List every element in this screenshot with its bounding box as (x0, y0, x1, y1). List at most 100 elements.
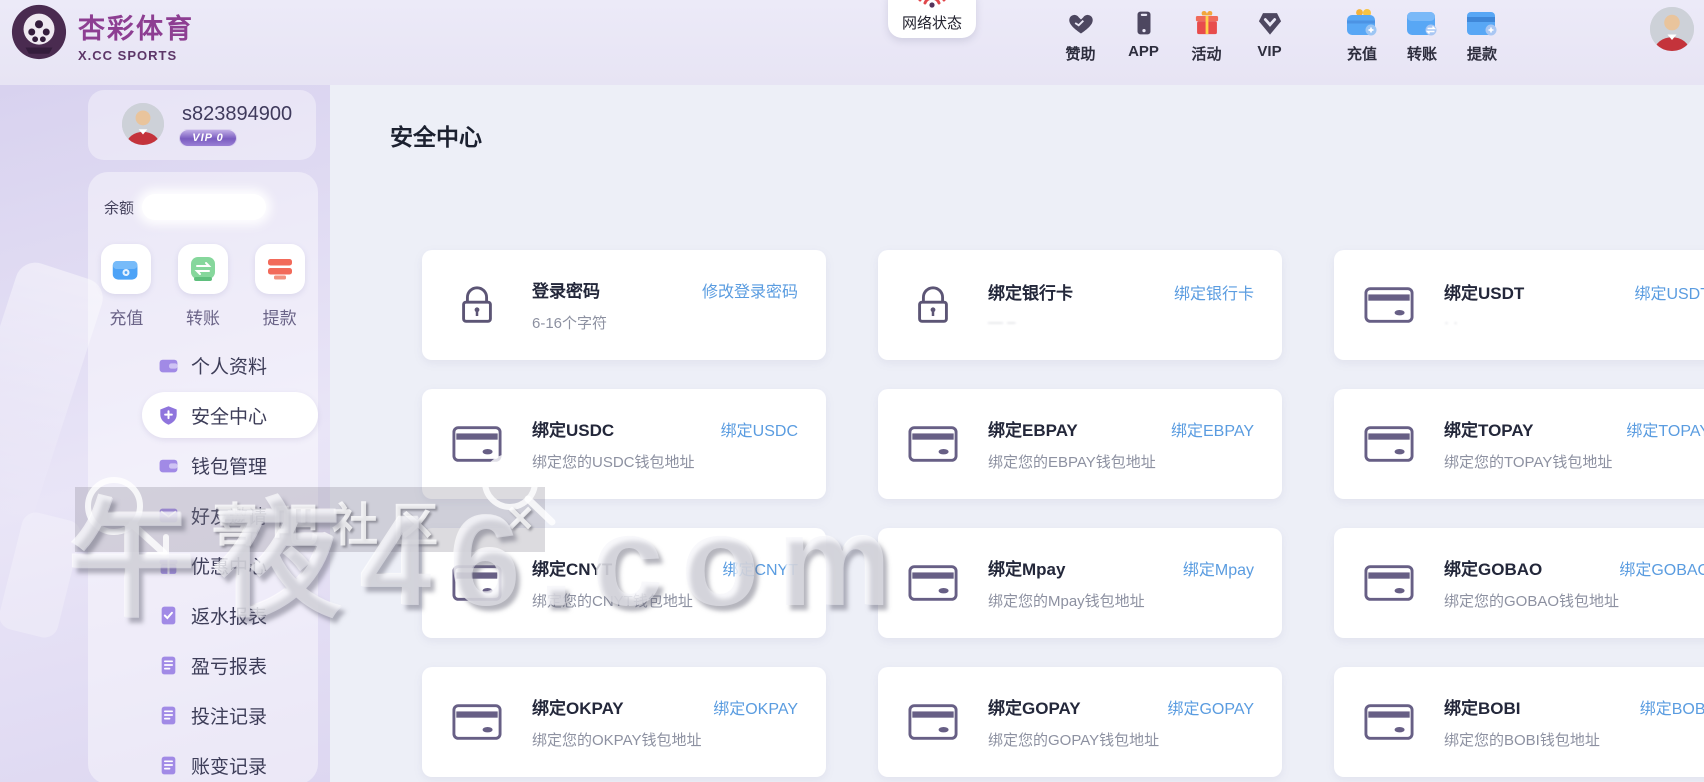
header-icon-promo[interactable]: 活动 (1175, 6, 1238, 64)
bankcard-icon (908, 702, 958, 742)
side-action-withdraw[interactable]: 提款 (255, 244, 305, 329)
document-icon (158, 705, 179, 726)
card-title: 绑定Mpay (988, 555, 1065, 580)
header-icon-sponsor[interactable]: 赞助 (1049, 6, 1112, 64)
card-title: 绑定GOPAY (988, 694, 1081, 719)
brand-logo[interactable]: 杏彩体育 X.CC SPORTS (10, 3, 194, 66)
gift-icon (1193, 8, 1221, 38)
header-avatar[interactable] (1650, 7, 1694, 51)
card-action-link[interactable]: 绑定TOPAY (1626, 417, 1704, 441)
card-action-link[interactable]: 绑定Mpay (1183, 556, 1254, 580)
card-action-link[interactable]: 绑定银行卡 (1174, 280, 1254, 304)
balance-redacted-blob (142, 194, 266, 220)
card-subtitle: 绑定您的OKPAY钱包地址 (532, 729, 798, 750)
sidebar-item-promo-center[interactable]: 优惠中心 (88, 540, 318, 590)
sidebar-item-invite-friends[interactable]: 好友邀请 (88, 490, 318, 540)
sidebar-item-label: 投注记录 (191, 702, 267, 729)
card-subtitle: 绑定您的BOBI钱包地址 (1444, 729, 1704, 750)
bankcard-icon (452, 563, 502, 603)
network-signal-icon (912, 0, 952, 8)
side-action-recharge[interactable]: 充值 (101, 244, 151, 329)
sidebar-item-bet-records[interactable]: 投注记录 (88, 690, 318, 740)
card-login-password: 登录密码 修改登录密码 6-16个字符 (422, 250, 826, 360)
card-mpay: 绑定Mpay 绑定Mpay 绑定您的Mpay钱包地址 (878, 528, 1282, 638)
card-topay: 绑定TOPAY 绑定TOPAY 绑定您的TOPAY钱包地址 (1334, 389, 1704, 499)
wallet-coins-icon (1345, 7, 1379, 39)
card-title: 绑定OKPAY (532, 694, 624, 719)
card-action-link[interactable]: 绑定BOBI (1640, 695, 1704, 719)
side-action-transfer[interactable]: 转账 (178, 244, 228, 329)
card-subtitle: 绑定您的CNYT钱包地址 (532, 590, 798, 611)
sidebar-item-label: 好友邀请 (191, 502, 267, 529)
sidebar-avatar[interactable] (122, 103, 164, 145)
withdraw-card-icon (265, 255, 295, 283)
card-usdc: 绑定USDC 绑定USDC 绑定您的USDC钱包地址 (422, 389, 826, 499)
header-icon-app[interactable]: APP (1112, 6, 1175, 64)
main-nav (190, 0, 717, 64)
network-status-label: 网络状态 (902, 12, 962, 33)
header-action-withdraw[interactable]: 提款 (1452, 6, 1512, 64)
sidebar-item-label: 返水报表 (191, 602, 267, 629)
lock-icon (910, 282, 956, 328)
bankcard-icon (908, 424, 958, 464)
sidebar-item-security-center[interactable]: 安全中心 (142, 392, 318, 438)
top-bar: 杏彩体育 X.CC SPORTS 网络状态 (0, 0, 1704, 85)
transfer-icon (188, 255, 218, 283)
username: s823894900 (182, 103, 292, 126)
card-subtitle: 绑定您的GOPAY钱包地址 (988, 729, 1254, 750)
card-action-link[interactable]: 绑定OKPAY (713, 695, 798, 719)
sidebar-panel: 余额 充值 (88, 172, 318, 782)
wallet-coins-icon (111, 255, 141, 283)
card-action-link[interactable]: 绑定GOPAY (1167, 695, 1254, 719)
header-icon-vip[interactable]: VIP (1238, 6, 1301, 64)
sidebar-menu: 个人资料 (88, 340, 318, 782)
sidebar-item-wallet-manage[interactable]: 钱包管理 (88, 440, 318, 490)
card-subtitle: 绑定您的TOPAY钱包地址 (1444, 451, 1704, 472)
card-action-link[interactable]: 绑定GOBAO (1619, 556, 1704, 580)
bankcard-icon (452, 424, 502, 464)
sidebar-item-rebate-report[interactable]: 返水报表 (88, 590, 318, 640)
card-subtitle: 绑定您的Mpay钱包地址 (988, 590, 1254, 611)
card-bobi: 绑定BOBI 绑定BOBI 绑定您的BOBI钱包地址 (1334, 667, 1704, 777)
card-action-link[interactable]: 修改登录密码 (702, 278, 798, 302)
card-title: 绑定BOBI (1444, 694, 1521, 719)
card-gopay: 绑定GOPAY 绑定GOPAY 绑定您的GOPAY钱包地址 (878, 667, 1282, 777)
vip-shield-icon (1256, 9, 1284, 37)
card-title: 登录密码 (532, 277, 600, 302)
card-title: 绑定银行卡 (988, 279, 1073, 304)
sidebar-quick-actions: 充值 转账 (88, 244, 318, 329)
bankcard-icon (1465, 7, 1499, 39)
document-icon (158, 755, 179, 776)
card-subtitle: 绑定您的USDC钱包地址 (532, 451, 798, 472)
sidebar-item-profile[interactable]: 个人资料 (88, 340, 318, 390)
lock-icon (454, 282, 500, 328)
card-subtitle: — – (988, 314, 1254, 331)
card-title: 绑定GOBAO (1444, 555, 1542, 580)
bankcard-icon (452, 702, 502, 742)
sidebar-item-label: 钱包管理 (191, 452, 267, 479)
report-check-icon (158, 605, 179, 626)
sidebar-item-account-records[interactable]: 账变记录 (88, 740, 318, 782)
wallet-icon (158, 355, 179, 376)
wallet-transfer-icon (1405, 7, 1439, 39)
header-action-transfer[interactable]: 转账 (1392, 6, 1452, 64)
card-subtitle: 绑定您的EBPAY钱包地址 (988, 451, 1254, 472)
header-wallet-actions: 充值 (1332, 6, 1512, 64)
card-action-link[interactable]: 绑定EBPAY (1171, 417, 1254, 441)
card-action-link[interactable]: 绑定USDC (721, 417, 798, 441)
card-action-link[interactable]: 绑定USDT (1634, 280, 1704, 304)
card-usdt: 绑定USDT 绑定USDT · · (1334, 250, 1704, 360)
sidebar-item-label: 安全中心 (191, 402, 267, 429)
card-action-link[interactable]: 绑定CNYT (722, 556, 798, 580)
card-title: 绑定USDC (532, 416, 614, 441)
card-ebpay: 绑定EBPAY 绑定EBPAY 绑定您的EBPAY钱包地址 (878, 389, 1282, 499)
header-action-recharge[interactable]: 充值 (1332, 6, 1392, 64)
card-subtitle: 绑定您的GOBAO钱包地址 (1444, 590, 1704, 611)
heart-icon (1067, 9, 1095, 37)
mail-icon (158, 505, 179, 526)
card-gobao: 绑定GOBAO 绑定GOBAO 绑定您的GOBAO钱包地址 (1334, 528, 1704, 638)
sidebar-item-label: 个人资料 (191, 352, 267, 379)
sidebar-item-pnl-report[interactable]: 盈亏报表 (88, 640, 318, 690)
network-status-badge[interactable]: 网络状态 (888, 0, 976, 38)
sidebar: s823894900 VIP 0 余额 (0, 85, 330, 782)
